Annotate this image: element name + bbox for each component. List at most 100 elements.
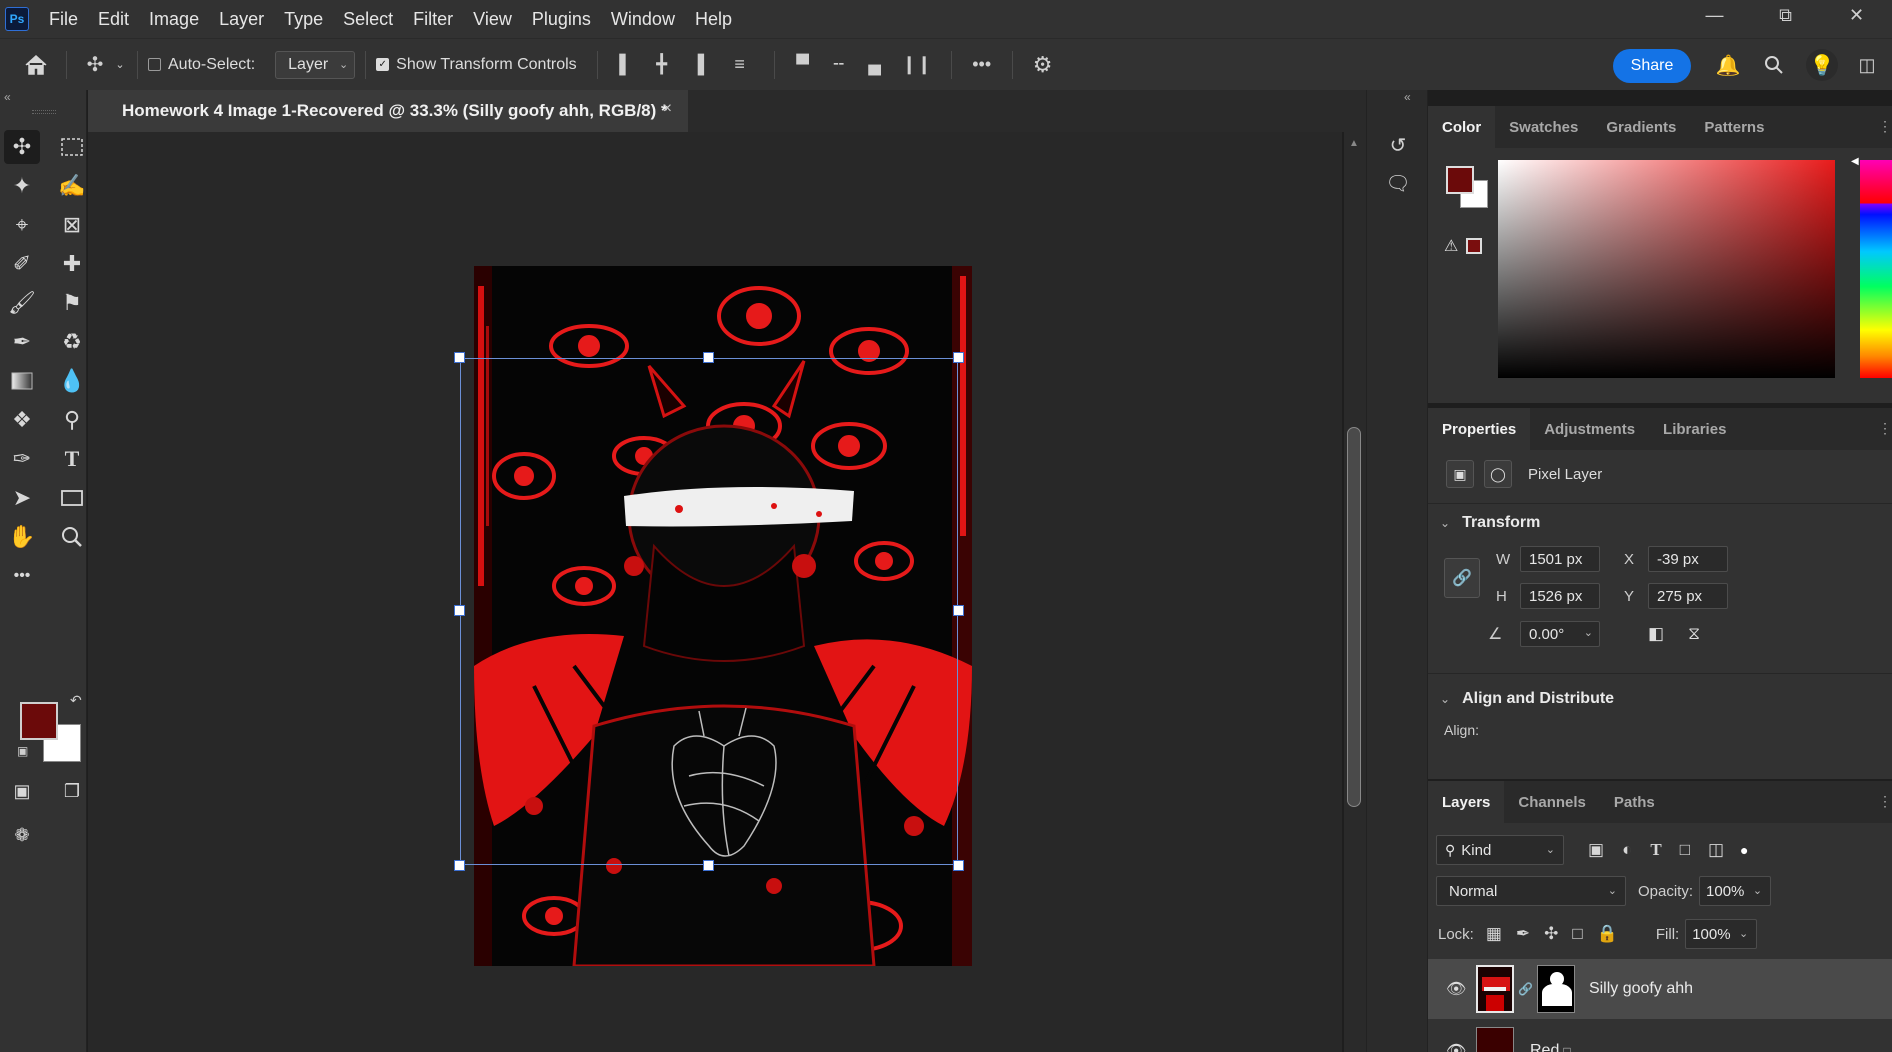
mask-link-icon[interactable]: 🔗 (1518, 982, 1533, 996)
visibility-eye-icon[interactable]: 👁 (1446, 1041, 1476, 1052)
generative-workspace-icon[interactable]: ❁ (4, 818, 40, 852)
tab-color[interactable]: Color (1428, 106, 1496, 148)
y-field[interactable]: 275 px (1648, 583, 1728, 609)
discover-lightbulb-icon[interactable]: 💡 (1806, 49, 1838, 81)
menu-image[interactable]: Image (139, 9, 209, 30)
flip-vertical-icon[interactable]: ⧖ (1688, 624, 1700, 644)
x-field[interactable]: -39 px (1648, 546, 1728, 572)
toolbar-grip[interactable] (32, 110, 56, 114)
panel-menu-icon[interactable]: ⋮ (1878, 793, 1892, 810)
align-bottom-edges-icon[interactable]: ▄ (857, 54, 893, 75)
foreground-color-chip[interactable] (1446, 166, 1474, 194)
menu-file[interactable]: File (39, 9, 88, 30)
transform-bounding-box[interactable] (454, 352, 964, 871)
hue-slider[interactable] (1860, 160, 1892, 378)
transform-handle-bottom[interactable] (703, 860, 714, 871)
dodge-tool-icon[interactable]: ❖ (4, 403, 40, 437)
layer-mask-thumbnail[interactable] (1536, 965, 1575, 1013)
fill-field[interactable]: 100% ⌄ (1685, 919, 1758, 949)
restore-icon[interactable]: ⧉ (1750, 0, 1821, 30)
tool-preset-chevron-down-icon[interactable]: ⌄ (113, 58, 127, 71)
transform-section-header[interactable]: ⌄ Transform (1440, 514, 1540, 532)
blend-mode-dropdown[interactable]: Normal ⌄ (1436, 876, 1626, 906)
tab-swatches[interactable]: Swatches (1495, 106, 1592, 148)
path-selection-tool-icon[interactable]: ➤ (4, 481, 40, 515)
angle-field[interactable]: 0.00° ⌄ (1520, 621, 1600, 647)
menu-select[interactable]: Select (333, 9, 403, 30)
comments-icon[interactable]: 🗨 (1381, 166, 1415, 200)
layer-name[interactable]: Red (1530, 1042, 1559, 1052)
history-icon[interactable]: ↺ (1381, 128, 1415, 162)
transform-handle-top-left[interactable] (454, 352, 465, 363)
align-vertical-centers-icon[interactable]: ╌ (821, 54, 857, 75)
show-transform-checkbox[interactable]: ✓ (376, 58, 390, 71)
opacity-field[interactable]: 100% ⌄ (1699, 876, 1772, 906)
frame-tool-icon[interactable]: ⊠ (54, 208, 90, 242)
layer-thumbnail[interactable] (1476, 1027, 1514, 1052)
saturation-brightness-field[interactable] (1498, 160, 1892, 378)
align-right-edges-icon[interactable]: ▐ (680, 54, 716, 75)
transform-handle-bottom-left[interactable] (454, 860, 465, 871)
quick-mask-mode-icon[interactable]: ▣ (4, 774, 40, 808)
quick-selection-brush-icon[interactable]: ✍ (54, 169, 90, 203)
layer-thumbnail[interactable] (1476, 965, 1514, 1013)
eyedropper-tool-icon[interactable]: ✐ (4, 247, 40, 281)
visibility-eye-icon[interactable]: 👁 (1446, 979, 1476, 999)
lock-all-icon[interactable]: 🔒 (1597, 924, 1618, 944)
type-tool-icon[interactable]: T (54, 442, 90, 476)
object-selection-tool-icon[interactable]: ✦ (4, 169, 40, 203)
lock-transparent-pixels-icon[interactable]: ▦ (1486, 924, 1502, 944)
canvas-vertical-scrollbar[interactable]: ▲ (1344, 132, 1366, 1052)
document-tab[interactable]: Homework 4 Image 1-Recovered @ 33.3% (Si… (88, 90, 688, 132)
rectangle-tool-icon[interactable] (54, 481, 90, 515)
filter-adjustment-layers-icon[interactable]: ◐ (1622, 840, 1632, 860)
rectangular-marquee-tool-icon[interactable] (54, 130, 90, 164)
hue-slider-marker-icon[interactable]: ◀ (1851, 156, 1859, 167)
align-left-edges-icon[interactable]: ▌ (608, 54, 644, 75)
close-window-icon[interactable]: ✕ (1821, 0, 1892, 30)
menu-help[interactable]: Help (685, 9, 742, 30)
history-brush-tool-icon[interactable]: ✒ (4, 325, 40, 359)
tab-gradients[interactable]: Gradients (1592, 106, 1690, 148)
flip-horizontal-icon[interactable]: ◧ (1648, 624, 1664, 644)
pen-tool-icon[interactable]: ✑ (4, 442, 40, 476)
menu-type[interactable]: Type (274, 9, 333, 30)
panel-menu-icon[interactable]: ⋮ (1878, 118, 1892, 135)
auto-select-target-dropdown[interactable]: Layer ⌄ (275, 50, 356, 79)
out-of-gamut-warning-icon[interactable]: ⚠ (1444, 236, 1458, 256)
tab-libraries[interactable]: Libraries (1649, 408, 1740, 450)
tab-layers[interactable]: Layers (1428, 781, 1505, 823)
filter-shape-layers-icon[interactable]: □ (1680, 840, 1690, 860)
clone-stamp-tool-icon[interactable]: ⚑ (54, 286, 90, 320)
search-icon[interactable] (1760, 51, 1788, 79)
more-options-icon[interactable]: ••• (962, 54, 1002, 75)
show-transform-toggle[interactable]: ✓ Show Transform Controls (376, 56, 577, 74)
height-field[interactable]: 1526 px (1520, 583, 1600, 609)
transform-handle-bottom-right[interactable] (953, 860, 964, 871)
tab-patterns[interactable]: Patterns (1690, 106, 1778, 148)
share-button[interactable]: Share (1613, 49, 1691, 83)
minimize-icon[interactable]: — (1679, 0, 1750, 30)
layer-row[interactable]: 👁 🔗 Silly goofy ahh (1428, 959, 1892, 1019)
width-field[interactable]: 1501 px (1520, 546, 1600, 572)
menu-view[interactable]: View (463, 9, 522, 30)
collapse-toolbar-icon[interactable]: « (4, 90, 11, 104)
layer-name[interactable]: Silly goofy ahh (1589, 980, 1693, 998)
panel-menu-icon[interactable]: ⋮ (1878, 420, 1892, 437)
brush-tool-icon[interactable]: 🖌 (4, 286, 40, 320)
menu-filter[interactable]: Filter (403, 9, 463, 30)
collapse-dock-icon[interactable]: « (1404, 90, 1411, 104)
notifications-bell-icon[interactable]: 🔔 (1714, 51, 1742, 79)
layer-mask-icon[interactable]: ◯ (1484, 460, 1512, 488)
menu-plugins[interactable]: Plugins (522, 9, 601, 30)
swap-colors-icon[interactable]: ↶ (70, 692, 82, 709)
edit-toolbar-more-icon[interactable]: ••• (4, 559, 40, 593)
home-icon[interactable] (16, 54, 56, 76)
move-tool-icon[interactable]: ✣ (77, 52, 113, 77)
align-horizontal-centers-icon[interactable]: ╋ (644, 54, 680, 75)
menu-layer[interactable]: Layer (209, 9, 274, 30)
screen-mode-icon[interactable]: ❐ (54, 774, 90, 808)
distribute-vertical-icon[interactable]: ≡ (716, 54, 764, 75)
crop-tool-icon[interactable]: ⌖ (4, 208, 40, 242)
transform-handle-right[interactable] (953, 605, 964, 616)
